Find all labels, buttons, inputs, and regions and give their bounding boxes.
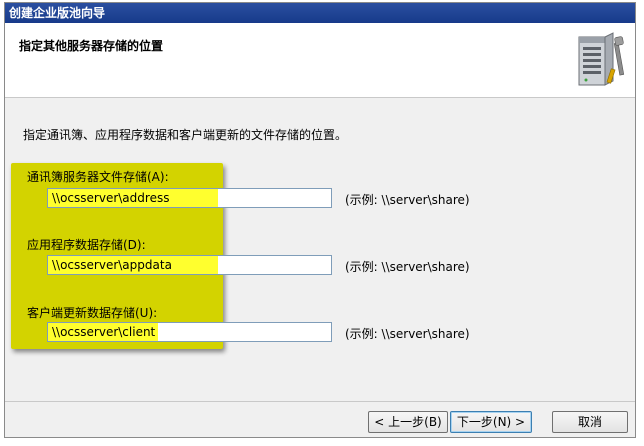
client-store-example: (示例: \\server\share) <box>345 327 470 341</box>
appdata-store-label: 应用程序数据存储(D): <box>27 238 146 252</box>
address-store-example: (示例: \\server\share) <box>345 193 470 207</box>
address-store-input[interactable]: \\ocsserver\address <box>47 188 332 208</box>
address-store-value: \\ocsserver\address <box>52 191 170 205</box>
cancel-button[interactable]: 取消 <box>552 411 628 433</box>
appdata-store-value: \\ocsserver\appdata <box>52 258 172 272</box>
client-store-input[interactable]: \\ocsserver\client <box>47 322 332 342</box>
footer-divider <box>5 401 635 402</box>
wizard-window: 创建企业版池向导 指定其他服务器存储的位置 指定通讯簿、应用程序数据和客户端更新… <box>4 2 636 438</box>
page-title: 指定其他服务器存储的位置 <box>19 39 164 53</box>
client-store-label: 客户端更新数据存储(U): <box>27 306 158 320</box>
window-title: 创建企业版池向导 <box>9 6 106 20</box>
address-store-label: 通讯簿服务器文件存储(A): <box>27 170 169 184</box>
client-store-value: \\ocsserver\client <box>52 325 156 339</box>
appdata-store-input[interactable]: \\ocsserver\appdata <box>47 255 332 275</box>
next-button[interactable]: 下一步(N) > <box>450 411 532 433</box>
back-button[interactable]: < 上一步(B) <box>368 411 448 433</box>
server-tools-icon <box>578 32 625 86</box>
wizard-header: 指定其他服务器存储的位置 <box>5 23 635 98</box>
intro-text: 指定通讯簿、应用程序数据和客户端更新的文件存储的位置。 <box>23 128 348 142</box>
appdata-store-example: (示例: \\server\share) <box>345 260 470 274</box>
title-bar: 创建企业版池向导 <box>5 3 635 23</box>
